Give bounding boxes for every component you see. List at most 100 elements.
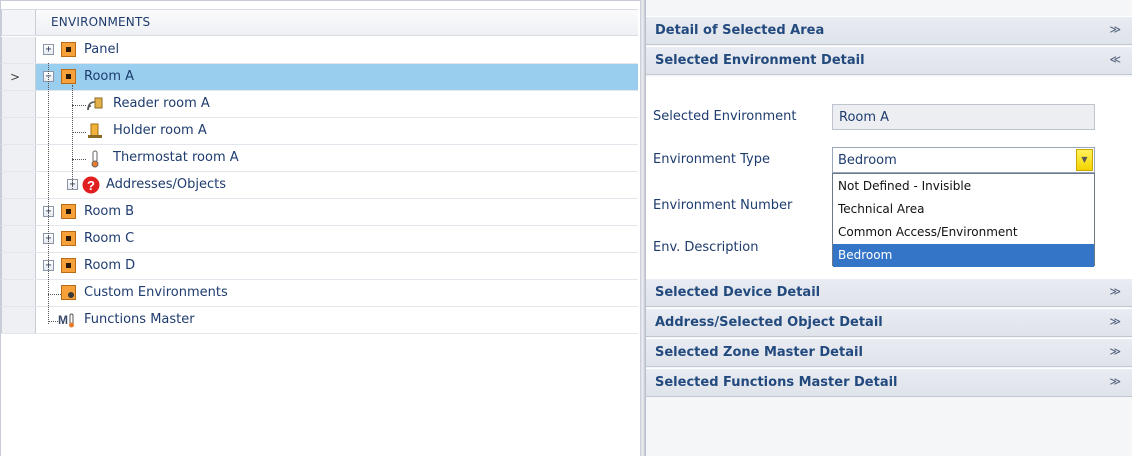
- tree-row-holder-room-a[interactable]: Holder room A: [1, 118, 638, 145]
- environments-column-header[interactable]: ENVIRONMENTS: [36, 10, 638, 35]
- tree-connector: [48, 321, 58, 322]
- row-selector[interactable]: [1, 253, 36, 279]
- tree-row-thermostat-room-a[interactable]: Thermostat room A: [1, 145, 638, 172]
- tree-node-label[interactable]: Functions Master: [84, 312, 195, 327]
- environment-icon: [61, 231, 76, 246]
- tree-row-room-d[interactable]: + Room D: [1, 253, 638, 280]
- selected-environment-label: Selected Environment: [653, 109, 797, 124]
- dropdown-option[interactable]: Technical Area: [833, 198, 1094, 221]
- current-row-icon: >: [10, 70, 21, 84]
- tree-row-room-c[interactable]: + Room C: [1, 226, 638, 253]
- section-detail-of-selected-area[interactable]: Detail of Selected Area ≫: [646, 16, 1132, 45]
- expand-icon[interactable]: +: [43, 44, 54, 55]
- expand-section-icon[interactable]: ≫: [1109, 285, 1121, 298]
- dropdown-option[interactable]: Common Access/Environment: [833, 221, 1094, 244]
- tree-connector: [48, 63, 49, 324]
- tree-header-row: ENVIRONMENTS: [1, 9, 638, 36]
- functions-master-icon: M: [58, 311, 74, 328]
- env-description-label: Env. Description: [653, 240, 759, 255]
- section-selected-functions-master-detail[interactable]: Selected Functions Master Detail ≫: [646, 368, 1132, 397]
- row-selector[interactable]: [1, 226, 36, 252]
- row-selector[interactable]: [1, 91, 36, 117]
- row-selector-header: [1, 10, 36, 35]
- section-title: Selected Device Detail: [655, 285, 821, 300]
- tree-cell[interactable]: Holder room A: [36, 118, 638, 144]
- row-selector[interactable]: [1, 118, 36, 144]
- svg-text:M: M: [58, 313, 68, 327]
- expand-section-icon[interactable]: ≫: [1109, 375, 1121, 388]
- expand-section-icon[interactable]: ≫: [1109, 345, 1121, 358]
- tree-row-room-b[interactable]: + Room B: [1, 199, 638, 226]
- section-title: Selected Environment Detail: [655, 53, 865, 68]
- tree-cell[interactable]: Reader room A: [36, 91, 638, 117]
- collapse-section-icon[interactable]: ≪: [1109, 53, 1121, 66]
- row-selector[interactable]: [1, 280, 36, 306]
- tree-node-label[interactable]: Holder room A: [113, 123, 207, 138]
- tree-node-label[interactable]: Addresses/Objects: [106, 177, 226, 192]
- environment-type-combo[interactable]: Bedroom ▼: [832, 147, 1095, 173]
- tree-connector: [72, 85, 73, 189]
- section-selected-zone-master-detail[interactable]: Selected Zone Master Detail ≫: [646, 338, 1132, 367]
- tree-row-reader-room-a[interactable]: Reader room A: [1, 91, 638, 118]
- thermostat-icon: [88, 150, 103, 168]
- dropdown-arrow-icon[interactable]: ▼: [1076, 149, 1093, 171]
- tree-node-label[interactable]: Room A: [84, 69, 134, 84]
- tree-row-addresses-objects[interactable]: + ? Addresses/Objects: [1, 172, 638, 199]
- tree-connector: [48, 294, 61, 295]
- row-selector[interactable]: [1, 145, 36, 171]
- tree-node-label[interactable]: Thermostat room A: [113, 150, 239, 165]
- section-title: Address/Selected Object Detail: [655, 315, 883, 330]
- expand-section-icon[interactable]: ≫: [1109, 23, 1121, 36]
- tree-row-functions-master[interactable]: M Functions Master: [1, 307, 638, 334]
- section-address-selected-object-detail[interactable]: Address/Selected Object Detail ≫: [646, 308, 1132, 337]
- environment-type-label: Environment Type: [653, 152, 770, 167]
- section-title: Selected Zone Master Detail: [655, 345, 863, 360]
- expand-section-icon[interactable]: ≫: [1109, 315, 1121, 328]
- environment-number-label: Environment Number: [653, 198, 793, 213]
- tree-row-custom-environments[interactable]: Custom Environments: [1, 280, 638, 307]
- tree-cell[interactable]: + Room B: [36, 199, 638, 225]
- custom-environment-icon: [61, 285, 76, 300]
- environments-tree-grid: ENVIRONMENTS + Panel > − Room A Reader r…: [0, 0, 640, 456]
- detail-panel: Detail of Selected Area ≫ Selected Envir…: [645, 0, 1132, 456]
- row-selector[interactable]: >: [1, 64, 36, 90]
- tree-row-room-a[interactable]: > − Room A: [1, 64, 638, 91]
- row-selector[interactable]: [1, 37, 36, 63]
- tree-cell[interactable]: Custom Environments: [36, 280, 638, 306]
- row-selector[interactable]: [1, 307, 36, 333]
- section-title: Detail of Selected Area: [655, 23, 825, 38]
- tree-connector: [72, 159, 86, 160]
- section-selected-device-detail[interactable]: Selected Device Detail ≫: [646, 278, 1132, 307]
- question-icon: ?: [82, 176, 100, 194]
- tree-node-label[interactable]: Custom Environments: [84, 285, 228, 300]
- dropdown-option[interactable]: Not Defined - Invisible: [833, 175, 1094, 198]
- tree-node-label[interactable]: Room C: [84, 231, 134, 246]
- tree-cell[interactable]: + Panel: [36, 37, 638, 63]
- svg-text:?: ?: [87, 178, 95, 193]
- environment-icon: [61, 42, 76, 57]
- tree-cell[interactable]: + ? Addresses/Objects: [36, 172, 638, 198]
- tree-connector: [72, 105, 86, 106]
- tree-node-label[interactable]: Reader room A: [113, 96, 210, 111]
- tree-node-label[interactable]: Panel: [84, 42, 119, 57]
- environment-type-dropdown-list[interactable]: Not Defined - Invisible Technical Area C…: [832, 173, 1095, 267]
- environment-icon: [61, 258, 76, 273]
- row-selector[interactable]: [1, 199, 36, 225]
- tree-node-label[interactable]: Room D: [84, 258, 135, 273]
- tree-row-panel[interactable]: + Panel: [1, 37, 638, 64]
- tree-cell[interactable]: Thermostat room A: [36, 145, 638, 171]
- tree-connector: [72, 132, 86, 133]
- row-selector[interactable]: [1, 172, 36, 198]
- selected-environment-field[interactable]: Room A: [832, 104, 1095, 130]
- tree-node-label[interactable]: Room B: [84, 204, 134, 219]
- card-reader-icon: [86, 96, 103, 111]
- tree-cell[interactable]: + Room C: [36, 226, 638, 252]
- card-holder-icon: [86, 123, 102, 138]
- section-selected-environment-detail[interactable]: Selected Environment Detail ≪: [646, 46, 1132, 75]
- tree-cell[interactable]: + Room D: [36, 253, 638, 279]
- environment-type-value: Bedroom: [838, 153, 897, 168]
- dropdown-option-selected[interactable]: Bedroom: [833, 244, 1094, 267]
- tree-cell[interactable]: − Room A: [36, 64, 638, 90]
- section-title: Selected Functions Master Detail: [655, 375, 898, 390]
- tree-cell[interactable]: M Functions Master: [36, 307, 638, 333]
